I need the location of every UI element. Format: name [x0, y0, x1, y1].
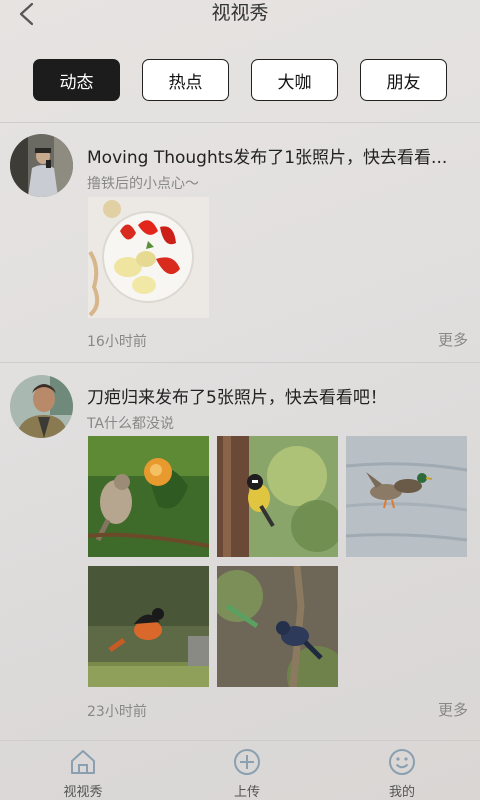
nav-label: 视视秀 [63, 785, 103, 800]
post-photo[interactable] [88, 566, 209, 687]
tab-bar: 动态 热点 大咖 朋友 [33, 59, 447, 101]
avatar[interactable] [10, 134, 73, 197]
more-link[interactable]: 更多 [438, 329, 468, 350]
avatar[interactable] [10, 375, 73, 438]
post-title: 刀疤归来发布了5张照片，快去看看吧！ [87, 388, 387, 408]
post-subtitle: 撸铁后的小点心～ [87, 176, 199, 192]
post-photo[interactable] [346, 436, 467, 557]
feed-post[interactable]: Moving Thoughts发布了1张照片，快去看看... 撸铁后的小点心～ … [0, 123, 480, 363]
feed-post[interactable]: 刀疤归来发布了5张照片，快去看看吧！ TA什么都没说 23小时前 更多 [0, 363, 480, 733]
post-subtitle: TA什么都没说 [87, 416, 175, 432]
post-photo[interactable] [88, 436, 209, 557]
tab-pengyou[interactable]: 朋友 [360, 59, 447, 101]
plus-circle-icon [234, 749, 260, 775]
smiley-icon [389, 749, 415, 775]
tab-redian[interactable]: 热点 [142, 59, 229, 101]
nav-label: 我的 [388, 785, 415, 800]
page-title: 视视秀 [211, 2, 269, 24]
bottom-nav: 视视秀 上传 我的 [0, 740, 480, 800]
nav-item-mine[interactable]: 我的 [357, 747, 447, 800]
header-bar: 视视秀 [0, 0, 480, 40]
post-photo[interactable] [217, 436, 338, 557]
tab-dongtai[interactable]: 动态 [33, 59, 120, 101]
home-icon [71, 750, 95, 774]
nav-label: 上传 [233, 785, 260, 800]
post-photo[interactable] [88, 197, 209, 318]
nav-item-upload[interactable]: 上传 [202, 747, 292, 800]
nav-item-home[interactable]: 视视秀 [38, 747, 128, 800]
post-time: 23小时前 [87, 704, 147, 720]
post-time: 16小时前 [87, 334, 147, 350]
post-photo[interactable] [217, 566, 338, 687]
post-title: Moving Thoughts发布了1张照片，快去看看... [87, 148, 448, 168]
more-link[interactable]: 更多 [438, 699, 468, 720]
tab-daka[interactable]: 大咖 [251, 59, 338, 101]
